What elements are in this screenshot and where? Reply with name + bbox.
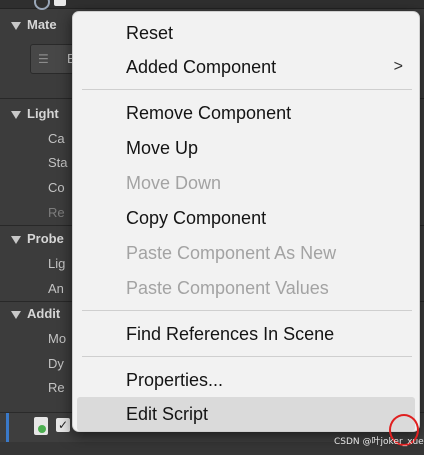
menu-item-find-references-in-scene[interactable]: Find References In Scene [77,317,415,351]
field-rendering-layer-mask[interactable]: Re [0,377,65,399]
menu-separator [82,356,412,357]
field-motion-vectors[interactable]: Mo [0,328,66,350]
menu-separator [82,89,412,90]
watermark-text: CSDN @叶joker_xue [334,437,424,447]
field-contribute-gi[interactable]: Co [0,177,65,199]
component-context-menu: Reset Added Component > Remove Component… [72,11,420,432]
menu-item-remove-component[interactable]: Remove Component [77,96,415,130]
section-materials[interactable]: Mate [0,14,57,36]
menu-item-paste-component-as-new: Paste Component As New [77,236,415,270]
menu-item-label: Reset [126,23,174,43]
menu-item-move-up[interactable]: Move Up [77,131,415,165]
field-anchor-override[interactable]: An [0,278,64,300]
menu-item-copy-component[interactable]: Copy Component [77,201,415,235]
menu-item-label: Paste Component Values [126,278,329,298]
script-icon [34,417,48,435]
section-additional-settings[interactable]: Addit [0,303,60,325]
section-lighting[interactable]: Light [0,103,59,125]
field-receive-gi: Re [48,205,65,220]
foldout-triangle-icon[interactable] [11,110,21,119]
menu-item-paste-component-values: Paste Component Values [77,271,415,305]
menu-item-label: Move Down [126,173,222,193]
menu-item-label: Copy Component [126,208,267,228]
mesh-renderer-icon [34,0,50,10]
menu-item-reset[interactable]: Reset [77,16,415,50]
menu-item-properties[interactable]: Properties... [77,363,415,397]
menu-item-move-down: Move Down [77,166,415,200]
foldout-triangle-icon[interactable] [11,310,21,319]
menu-item-label: Paste Component As New [126,243,337,263]
menu-item-edit-script[interactable]: Edit Script [77,397,415,431]
selection-indicator [6,413,9,443]
section-probes[interactable]: Probe [0,228,64,250]
field-light-probes[interactable]: Lig [0,253,65,275]
mesh-renderer-header[interactable] [0,0,424,10]
menu-item-label: Remove Component [126,103,292,123]
submenu-arrow-icon: > [393,58,403,75]
menu-item-label: Added Component [126,57,277,77]
component-enabled-checkbox[interactable] [54,0,66,6]
field-dynamic-occlusion[interactable]: Dy [0,353,64,375]
field-static-shadow-caster[interactable]: Sta [0,152,68,174]
field-cast-shadows[interactable]: Ca [0,128,65,150]
menu-item-label: Properties... [126,370,224,390]
menu-separator [82,310,412,311]
menu-item-label: Edit Script [126,404,209,424]
foldout-triangle-icon[interactable] [11,21,21,30]
menu-item-label: Find References In Scene [126,324,335,344]
drag-handle-icon[interactable]: ☰ [38,53,49,65]
menu-item-label: Move Up [126,138,199,158]
foldout-triangle-icon[interactable] [11,235,21,244]
script-enabled-checkbox[interactable]: ✓ [56,418,70,432]
menu-item-added-component[interactable]: Added Component > [77,50,415,84]
